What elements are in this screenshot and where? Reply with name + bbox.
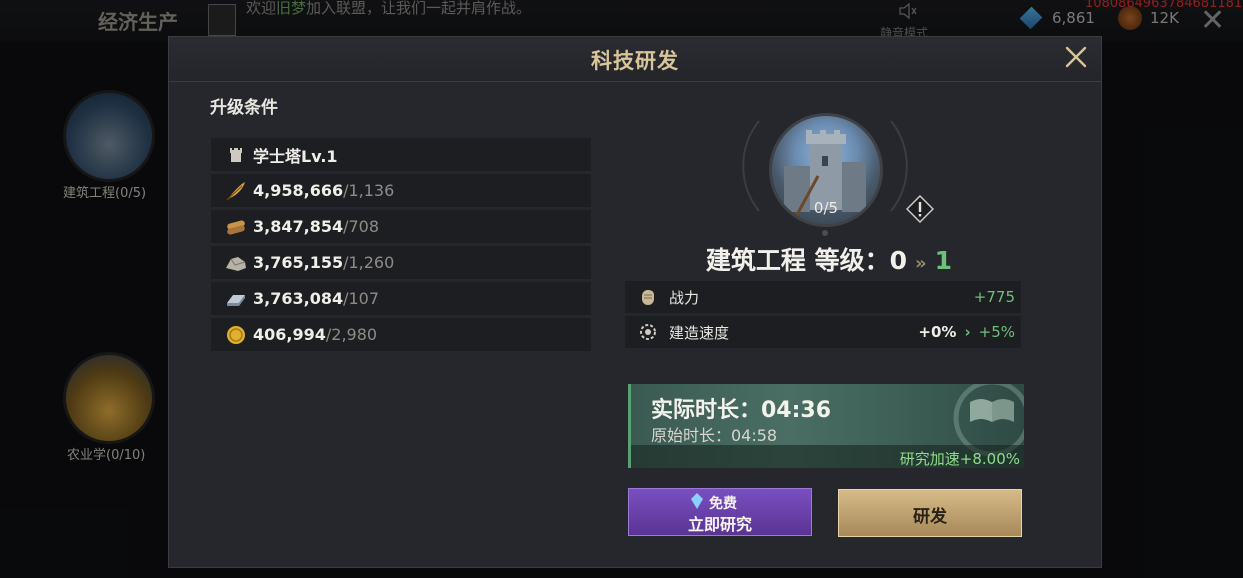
resource-have: 3,763,084 xyxy=(253,289,344,308)
stat-name: 战力 xyxy=(669,288,700,307)
fist-icon xyxy=(635,284,661,310)
current-level: 0 xyxy=(889,246,908,275)
research-speed-bonus: 研究加速+8.00% xyxy=(899,450,1020,468)
tech-name-level: 建筑工程 等级： xyxy=(705,246,890,275)
dialog-title: 科技研发 xyxy=(591,48,679,73)
requirement-resource: 3,763,084/107 xyxy=(211,282,591,315)
requirements-title: 升级条件 xyxy=(210,98,278,118)
tech-progress: 0/5 xyxy=(813,199,839,217)
gold-icon xyxy=(223,322,249,348)
iron-icon xyxy=(223,286,249,312)
stone-icon xyxy=(223,250,249,276)
tower-icon xyxy=(223,142,249,168)
stat-current: +0% xyxy=(918,323,957,341)
resource-have: 3,765,155 xyxy=(253,253,344,272)
stat-value: +775 xyxy=(973,288,1015,306)
gear-icon xyxy=(635,319,661,345)
research-button[interactable]: 研发 xyxy=(838,489,1022,537)
research-label: 研发 xyxy=(913,507,947,527)
chevron-right-icon: › xyxy=(964,323,971,341)
resource-need: /708 xyxy=(343,217,380,236)
resource-need: /2,980 xyxy=(325,325,378,344)
stat-build-speed: 建造速度 +0% › +5% xyxy=(625,316,1021,348)
requirement-resource: 4,958,666/1,136 xyxy=(211,174,591,207)
resource-need: /1,260 xyxy=(343,253,395,272)
tech-research-dialog: 科技研发 升级条件 学士塔Lv.1 4,958,666/1,136 3,847,… xyxy=(168,36,1102,568)
research-time-panel: 实际时长：04:36 原始时长：04:58 研究加速+8.00% xyxy=(628,384,1024,468)
requirement-resource: 406,994/2,980 xyxy=(211,318,591,351)
resource-need: /107 xyxy=(343,289,380,308)
resource-need: /1,136 xyxy=(343,181,395,200)
next-level: 1 xyxy=(934,246,953,275)
resource-have: 4,958,666 xyxy=(253,181,344,200)
instant-research-label: 立即研究 xyxy=(687,515,752,534)
stat-power: 战力 +775 xyxy=(625,281,1021,313)
stat-name: 建造速度 xyxy=(669,323,730,342)
original-duration: 原始时长：04:58 xyxy=(651,426,778,445)
requirements-list: 学士塔Lv.1 4,958,666/1,136 3,847,854/708 3,… xyxy=(211,138,591,354)
info-icon[interactable] xyxy=(905,194,935,224)
requirement-resource: 3,765,155/1,260 xyxy=(211,246,591,279)
instant-free-label: 免费 xyxy=(709,496,737,512)
instant-research-button[interactable]: 免费 立即研究 xyxy=(628,488,812,536)
crystal-icon xyxy=(691,493,703,513)
tech-level-line: 建筑工程 等级：0 » 1 xyxy=(649,241,1009,277)
resource-have: 406,994 xyxy=(253,325,326,344)
feather-icon xyxy=(223,178,249,204)
wood-icon xyxy=(223,214,249,240)
actual-duration: 实际时长：04:36 xyxy=(651,398,832,423)
dialog-header: 科技研发 xyxy=(169,37,1101,82)
requirement-building-label: 学士塔Lv.1 xyxy=(253,146,338,166)
close-icon[interactable] xyxy=(1061,42,1091,72)
stat-next: +5% xyxy=(978,323,1015,341)
chevron-right-icon: » xyxy=(915,253,927,274)
requirement-resource: 3,847,854/708 xyxy=(211,210,591,243)
resource-have: 3,847,854 xyxy=(253,217,344,236)
requirement-building: 学士塔Lv.1 xyxy=(211,138,591,171)
